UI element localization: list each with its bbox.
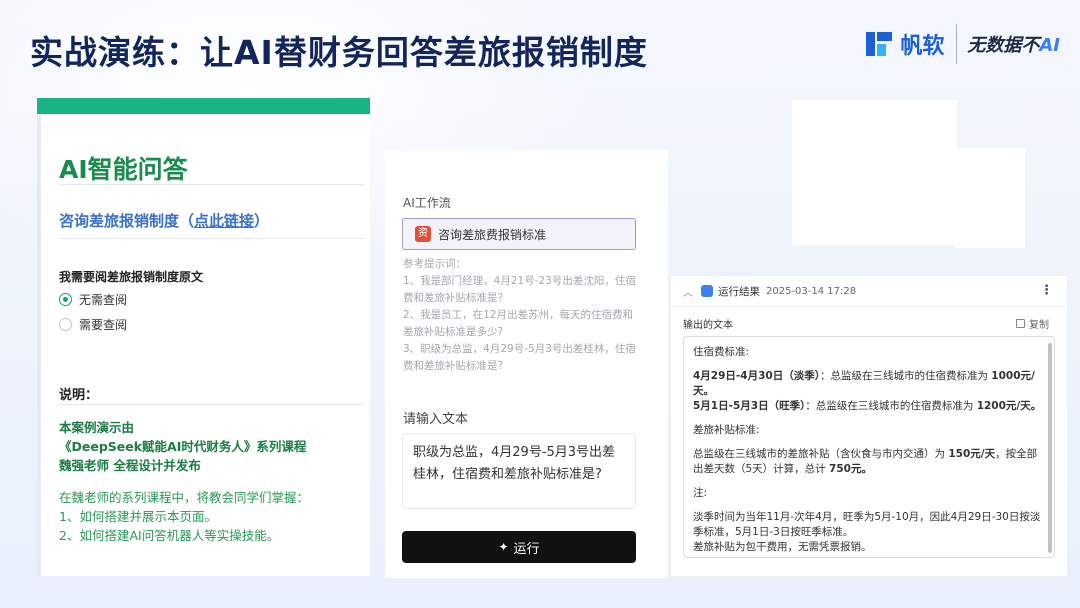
workflow-name: 咨询差旅费报销标准	[438, 227, 547, 242]
white-patch	[792, 100, 957, 245]
white-patch	[955, 148, 1025, 248]
brand-slogan: 无数据不AI	[967, 35, 1060, 56]
run-button[interactable]: ✦ 运行	[402, 531, 636, 563]
radio-selected-icon[interactable]	[59, 293, 72, 306]
consult-policy-link[interactable]: 咨询差旅报销制度（点此链接）	[59, 210, 269, 231]
qa-title: AI智能问答	[59, 155, 188, 184]
radio-question: 我需要阅差旅报销制度原文	[59, 270, 204, 284]
policy-link[interactable]: 点此链接	[194, 212, 254, 230]
radio-need[interactable]: 需要查阅	[59, 316, 127, 333]
radio-unselected-icon[interactable]	[59, 318, 72, 331]
copy-button[interactable]: 复制	[1016, 316, 1049, 331]
collapse-chevron-icon[interactable]: ︿	[683, 284, 693, 299]
qa-card: AI智能问答 咨询差旅报销制度（点此链接） 我需要阅差旅报销制度原文 无需查阅 …	[37, 98, 370, 576]
result-time: 2025-03-14 17:28	[766, 285, 857, 297]
brand-name: 帆软	[900, 34, 945, 59]
result-icon	[701, 285, 713, 297]
card-edge	[37, 98, 41, 576]
output-text-box[interactable]: 住宿费标准: 4月29日-4月30日（淡季）：总监级在三线城市的住宿费标准为 1…	[683, 336, 1055, 558]
question-text[interactable]: 职级为总监，4月29号-5月3号出差桂林，住宿费和差旅补贴标准是?	[413, 442, 627, 486]
input-label: 请输入文本	[403, 412, 469, 427]
workflow-card: AI工作流 资 咨询差旅费报销标准 参考提示词： 1、我是部门经理，4月21号-…	[385, 150, 668, 578]
slide-title: 实战演练：让AI替财务回答差旅报销制度	[30, 33, 648, 72]
result-card: ︿ 运行结果 2025-03-14 17:28 ⋮ 输出的文本 复制 住宿费标准…	[670, 275, 1068, 577]
workflow-icon: 资	[415, 226, 431, 242]
divider	[59, 184, 365, 185]
learn-list: 在魏老师的系列课程中，将教会同学们掌握： 1、如何搭建并展示本页面。 2、如何搭…	[59, 490, 310, 543]
output-text: 住宿费标准: 4月29日-4月30日（淡季）：总监级在三线城市的住宿费标准为 1…	[693, 346, 1042, 553]
more-options-icon[interactable]: ⋮	[1040, 283, 1053, 298]
sparkle-icon: ✦	[498, 540, 509, 554]
result-header: ︿ 运行结果 2025-03-14 17:28	[671, 276, 1067, 306]
radio-no-need[interactable]: 无需查阅	[59, 291, 127, 308]
question-input[interactable]: 职级为总监，4月29号-5月3号出差桂林，住宿费和差旅补贴标准是?	[402, 433, 636, 509]
output-label: 输出的文本	[683, 320, 733, 331]
card-accent-bar	[37, 98, 370, 114]
fanruan-logo-icon	[864, 29, 894, 59]
copy-icon	[1016, 319, 1025, 328]
workflow-select[interactable]: 资 咨询差旅费报销标准	[402, 218, 636, 250]
divider	[671, 306, 1067, 307]
workflow-label: AI工作流	[403, 196, 451, 210]
scrollbar[interactable]	[1048, 343, 1052, 553]
explain-title: 说明：	[59, 388, 99, 403]
result-title: 运行结果	[718, 285, 760, 298]
brand-logo: 帆软 无数据不AI	[864, 22, 1060, 66]
demo-credit: 本案例演示由 《DeepSeek赋能AI时代财务人》系列课程 魏强老师 全程设计…	[59, 420, 307, 473]
divider	[59, 238, 365, 239]
divider	[59, 404, 365, 405]
prompt-hints: 参考提示词： 1、我是部门经理，4月21号-23号出差沈阳，住宿费和差旅补贴标准…	[403, 258, 636, 372]
brand-separator	[956, 24, 958, 64]
